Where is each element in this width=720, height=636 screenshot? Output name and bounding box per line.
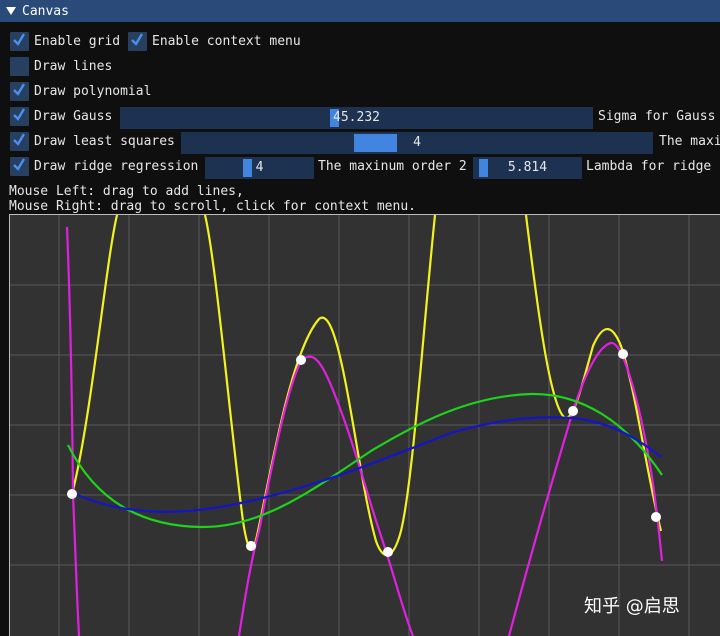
draw-ridge-label: Draw ridge regression (34, 159, 199, 174)
help-text-right: Mouse Right: drag to scroll, click for c… (9, 199, 416, 214)
ridge-order-label: The maxinum order 2 (318, 159, 467, 174)
polynomial-curve (70, 215, 663, 556)
least-squares-order-value: 4 (413, 135, 421, 150)
checkmark-icon (13, 83, 25, 96)
draw-polynomial-label: Draw polynomial (34, 84, 152, 99)
enable-grid-checkbox[interactable] (10, 32, 29, 51)
draw-lines-label: Draw lines (34, 59, 113, 74)
options-row-lines: Draw lines (0, 57, 720, 79)
help-text-left: Mouse Left: drag to add lines, (9, 184, 244, 199)
ridge-lambda-slider[interactable]: 5.814 (473, 157, 582, 179)
options-row-least-squares: Draw least squares 4 The maxi (0, 132, 720, 154)
control-point[interactable] (296, 355, 306, 365)
draw-least-squares-checkbox[interactable] (10, 132, 29, 151)
options-row-polynomial: Draw polynomial (0, 82, 720, 104)
canvas-grid (10, 215, 720, 636)
draw-gauss-label: Draw Gauss (34, 109, 113, 124)
ridge-lambda-label: Lambda for ridge r (586, 159, 720, 174)
options-row-ridge: Draw ridge regression 4 The maxinum orde… (0, 157, 720, 179)
window-title: Canvas (22, 3, 69, 19)
gauss-sigma-value: 45.232 (333, 110, 380, 125)
least-squares-order-slider[interactable]: 4 (181, 132, 653, 154)
checkmark-icon (13, 133, 25, 146)
draw-ridge-checkbox[interactable] (10, 157, 29, 176)
ridge-order-value: 4 (255, 160, 264, 175)
ridge-lambda-value: 5.814 (507, 160, 548, 175)
collapse-triangle-icon[interactable] (6, 7, 16, 15)
options-row-gauss: Draw Gauss 45.232 Sigma for Gauss (0, 107, 720, 129)
draw-lines-checkbox[interactable] (10, 57, 29, 76)
gauss-sigma-slider[interactable]: 45.232 (120, 107, 593, 129)
control-point[interactable] (246, 541, 256, 551)
options-row-grid: Enable grid Enable context menu (0, 32, 720, 54)
canvas-plot[interactable] (10, 215, 720, 636)
checkmark-icon (13, 108, 25, 121)
control-points[interactable] (67, 349, 661, 557)
checkmark-icon (131, 33, 143, 46)
control-point[interactable] (568, 406, 578, 416)
drawing-canvas[interactable] (9, 214, 720, 636)
control-point[interactable] (67, 489, 77, 499)
window-title-bar[interactable]: Canvas (0, 0, 720, 22)
enable-context-menu-checkbox[interactable] (128, 32, 147, 51)
checkmark-icon (13, 158, 25, 171)
least-squares-order-label: The maxi (659, 134, 720, 149)
control-point[interactable] (383, 547, 393, 557)
enable-context-menu-label: Enable context menu (152, 34, 301, 49)
control-point[interactable] (651, 512, 661, 522)
ridge-order-slider[interactable]: 4 (205, 157, 314, 179)
draw-gauss-checkbox[interactable] (10, 107, 29, 126)
draw-polynomial-checkbox[interactable] (10, 82, 29, 101)
gauss-sigma-label: Sigma for Gauss (598, 109, 716, 124)
enable-grid-label: Enable grid (34, 34, 121, 49)
control-point[interactable] (618, 349, 628, 359)
watermark-text: 知乎 @启思 (584, 596, 680, 617)
draw-least-squares-label: Draw least squares (34, 134, 175, 149)
gauss-curve (65, 226, 664, 636)
checkmark-icon (13, 33, 25, 46)
